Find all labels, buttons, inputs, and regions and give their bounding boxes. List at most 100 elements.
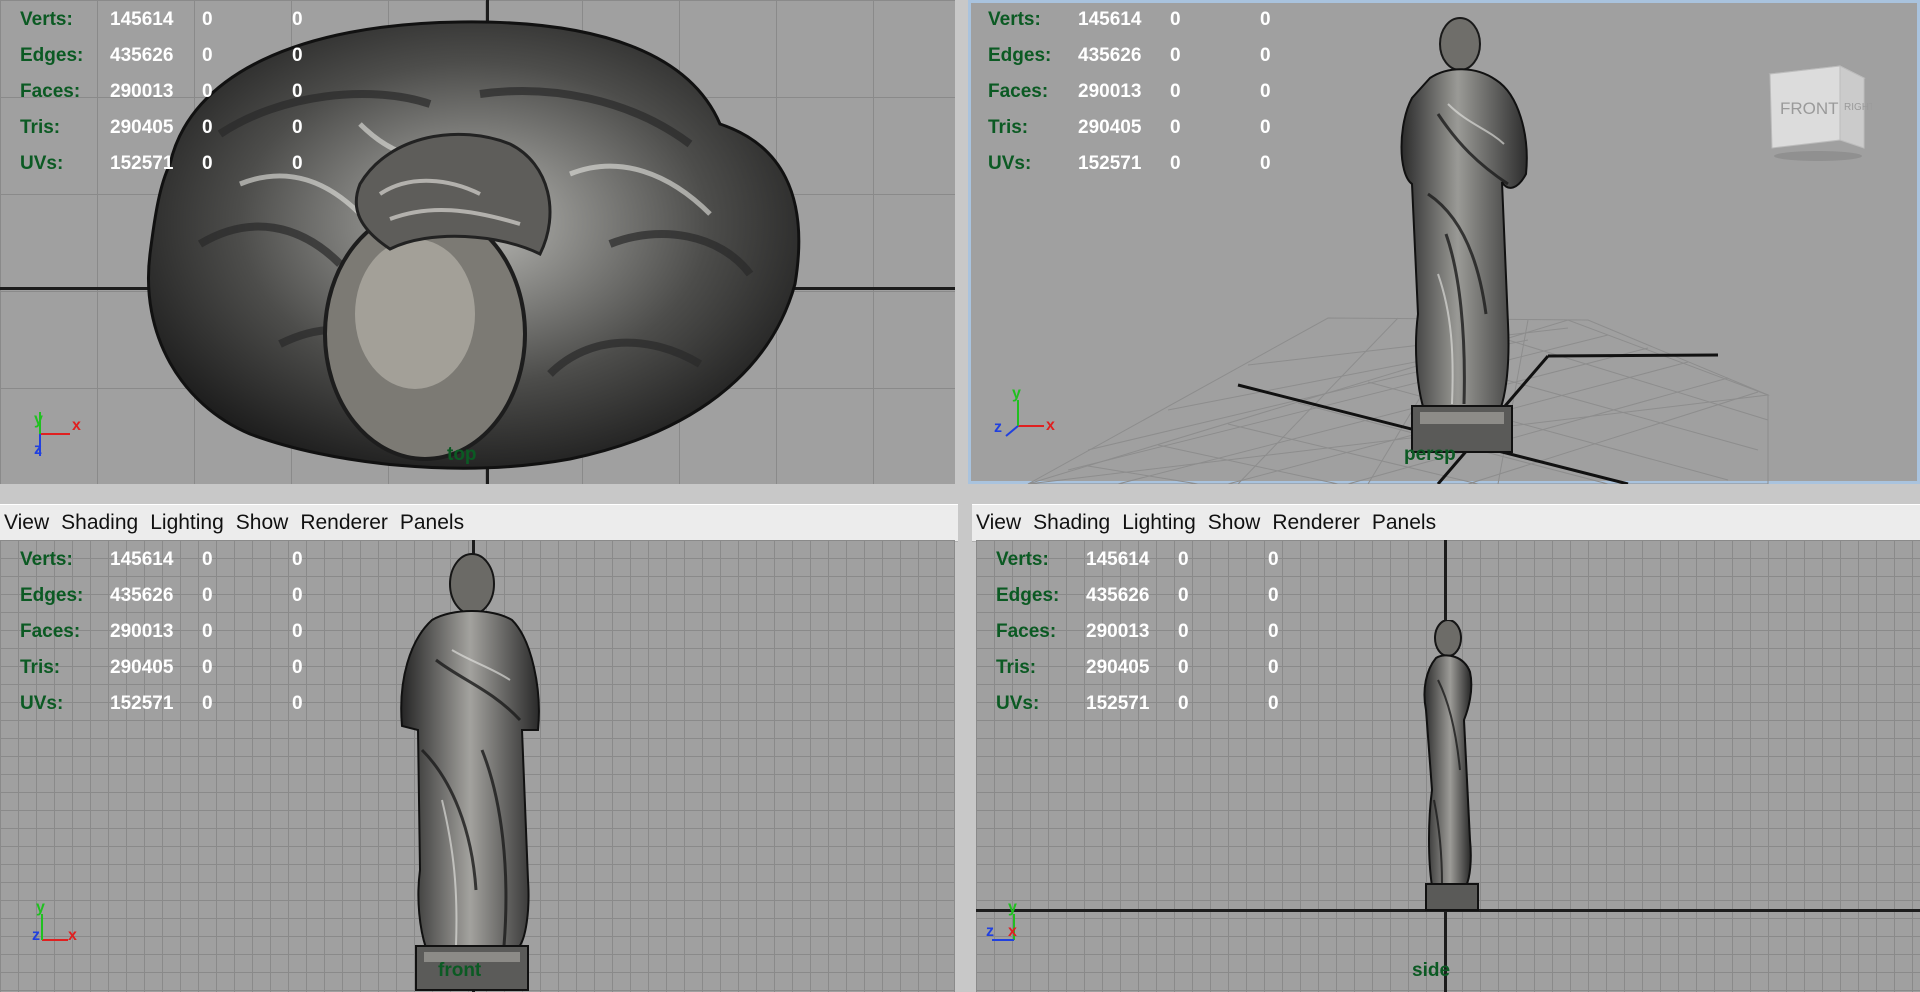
axis-x-label: x — [1046, 417, 1055, 434]
hud-value: 0 — [292, 45, 303, 66]
hud-value: 0 — [1260, 81, 1271, 102]
menu-renderer[interactable]: Renderer — [296, 511, 396, 535]
hud-value: 0 — [1178, 549, 1189, 570]
hud-value: 0 — [1170, 153, 1181, 174]
hud-row-tris: Tris: 290405 0 0 — [0, 110, 320, 146]
hud-value: 152571 — [1078, 153, 1142, 174]
statue-persp-mesh[interactable] — [1368, 14, 1548, 454]
axis-gizmo-icon: x y z — [34, 411, 81, 458]
hud-value: 0 — [1178, 657, 1189, 678]
viewport-persp[interactable]: Verts: 145614 0 0 Edges: 435626 0 0 Faces: 2900… — [968, 0, 1920, 484]
hud-row-verts: Verts: 145614 0 0 — [968, 2, 1288, 38]
statue-front-mesh[interactable] — [392, 550, 552, 992]
hud-value: 290405 — [1086, 657, 1150, 678]
hud-label: Edges: — [996, 585, 1060, 606]
menu-panels[interactable]: Panels — [1368, 511, 1444, 535]
hud-value: 0 — [202, 657, 213, 678]
hud-value: 0 — [1260, 153, 1271, 174]
hud-value: 145614 — [110, 9, 174, 30]
menu-view[interactable]: View — [0, 511, 57, 535]
menu-lighting[interactable]: Lighting — [1118, 511, 1204, 535]
hud-label: Edges: — [20, 585, 84, 606]
hud-value: 0 — [1268, 549, 1279, 570]
hud-value: 0 — [202, 693, 213, 714]
hud-value: 0 — [292, 693, 303, 714]
axis-z-label: z — [34, 441, 42, 458]
hud-label: Verts: — [996, 549, 1049, 570]
axis-x-label: x — [72, 417, 81, 434]
hud-value: 0 — [202, 621, 213, 642]
hud-row-uvs: UVs: 152571 0 0 — [968, 146, 1288, 182]
menu-renderer[interactable]: Renderer — [1268, 511, 1368, 535]
hud-value: 0 — [202, 81, 213, 102]
hud-value: 0 — [1260, 9, 1271, 30]
menu-panels[interactable]: Panels — [396, 511, 472, 535]
viewcube-right-label: RIGHT — [1844, 102, 1872, 113]
hud-value: 0 — [1170, 45, 1181, 66]
hud-row-edges: Edges: 435626 0 0 — [976, 578, 1296, 614]
hud-row-edges: Edges: 435626 0 0 — [0, 38, 320, 74]
hud-value: 290013 — [1086, 621, 1150, 642]
hud-value: 0 — [292, 585, 303, 606]
hud-value: 0 — [202, 549, 213, 570]
hud-value: 435626 — [1086, 585, 1150, 606]
hud-label: Edges: — [20, 45, 84, 66]
hud-value: 0 — [292, 549, 303, 570]
hud-row-verts: Verts: 145614 0 0 — [976, 542, 1296, 578]
camera-label-top: top — [447, 444, 477, 465]
hud-row-uvs: UVs: 152571 0 0 — [0, 686, 320, 722]
hud-value: 0 — [292, 9, 303, 30]
menu-lighting[interactable]: Lighting — [146, 511, 232, 535]
hud-value: 0 — [292, 153, 303, 174]
viewport-top[interactable]: Verts: 145614 0 0 Edges: 435626 0 0 Faces: 2900… — [0, 0, 955, 484]
hud-value: 290405 — [110, 117, 174, 138]
axis-x-label: x — [1008, 923, 1017, 940]
hud-label: Edges: — [988, 45, 1052, 66]
hud-row-faces: Faces: 290013 0 0 — [0, 74, 320, 110]
hud-row-faces: Faces: 290013 0 0 — [976, 614, 1296, 650]
hud-row-uvs: UVs: 152571 0 0 — [0, 146, 320, 182]
axis-y-label: y — [34, 411, 43, 428]
hud-value: 0 — [292, 81, 303, 102]
hud-value: 435626 — [110, 45, 174, 66]
hud-value: 290013 — [110, 81, 174, 102]
menu-shading[interactable]: Shading — [1029, 511, 1118, 535]
hud-label: Faces: — [20, 81, 81, 102]
hud-poly-count: Verts: 145614 0 0 Edges: 435626 0 0 Faces: 2900… — [976, 542, 1296, 722]
hud-label: Verts: — [988, 9, 1041, 30]
hud-row-faces: Faces: 290013 0 0 — [0, 614, 320, 650]
hud-label: Tris: — [20, 657, 61, 678]
hud-row-tris: Tris: 290405 0 0 — [968, 110, 1288, 146]
viewport-front[interactable]: Verts: 145614 0 0 Edges: 435626 0 0 Faces: 2900… — [0, 540, 955, 992]
statue-side-mesh[interactable] — [1412, 620, 1492, 912]
hud-row-verts: Verts: 145614 0 0 — [0, 2, 320, 38]
menu-view[interactable]: View — [972, 511, 1029, 535]
viewport-side[interactable]: Verts: 145614 0 0 Edges: 435626 0 0 Faces: 2900… — [976, 540, 1920, 992]
hud-poly-count: Verts: 145614 0 0 Edges: 435626 0 0 Faces: 2900… — [0, 2, 320, 182]
menu-show[interactable]: Show — [232, 511, 297, 535]
hud-value: 435626 — [110, 585, 174, 606]
hud-label: Tris: — [20, 117, 61, 138]
hud-label: Verts: — [20, 549, 73, 570]
hud-label: UVs: — [996, 693, 1040, 714]
hud-label: Faces: — [988, 81, 1049, 102]
hud-label: Tris: — [996, 657, 1037, 678]
hud-value: 0 — [1260, 45, 1271, 66]
viewcube-icon[interactable]: FRONT RIGHT — [1762, 52, 1872, 162]
menu-show[interactable]: Show — [1204, 511, 1269, 535]
hud-row-edges: Edges: 435626 0 0 — [968, 38, 1288, 74]
hud-value: 0 — [202, 9, 213, 30]
hud-value: 145614 — [1086, 549, 1150, 570]
hud-value: 0 — [1170, 9, 1181, 30]
menu-shading[interactable]: Shading — [57, 511, 146, 535]
hud-value: 0 — [1268, 657, 1279, 678]
axis-x-label: x — [68, 927, 77, 944]
hud-value: 152571 — [1086, 693, 1150, 714]
hud-label: Faces: — [996, 621, 1057, 642]
hud-value: 0 — [1178, 693, 1189, 714]
hud-value: 0 — [1170, 81, 1181, 102]
axis-y-label: y — [1008, 899, 1017, 916]
hud-label: Verts: — [20, 9, 73, 30]
hud-row-verts: Verts: 145614 0 0 — [0, 542, 320, 578]
hud-value: 0 — [202, 45, 213, 66]
